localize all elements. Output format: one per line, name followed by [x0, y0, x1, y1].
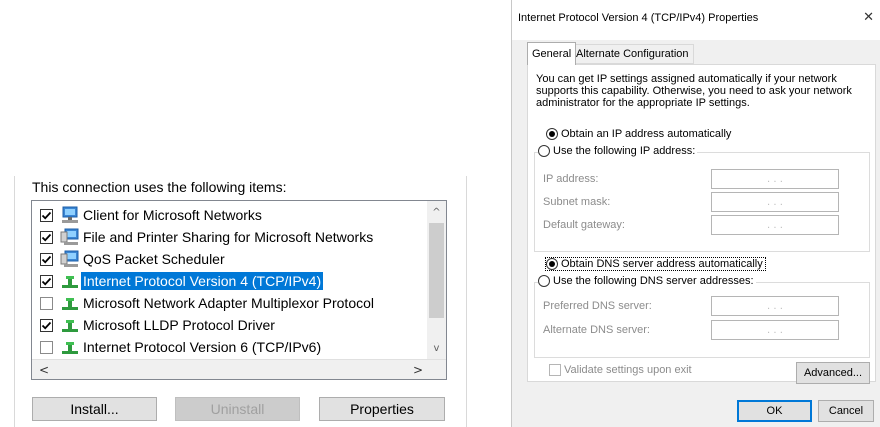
items-heading: This connection uses the following items…: [32, 179, 287, 195]
close-icon[interactable]: ✕: [863, 10, 874, 25]
preferred-dns-label: Preferred DNS server:: [543, 300, 652, 312]
checkbox-qos-scheduler[interactable]: [40, 252, 53, 266]
network-protocol-icon: [60, 294, 80, 312]
tab-alternate-configuration[interactable]: Alternate Configuration: [571, 44, 694, 64]
radio-selected-icon: [546, 258, 558, 270]
ip-address-label: IP address:: [543, 173, 599, 185]
validate-settings-label: Validate settings upon exit: [564, 364, 692, 376]
horizontal-scrollbar[interactable]: < >: [32, 359, 446, 379]
obtain-dns-auto-label: Obtain DNS server address automatically: [561, 258, 763, 270]
alternate-dns-label: Alternate DNS server:: [543, 324, 650, 336]
obtain-ip-auto-label: Obtain an IP address automatically: [561, 128, 732, 140]
vertical-scroll-thumb[interactable]: [429, 223, 444, 318]
cancel-button[interactable]: Cancel: [818, 400, 874, 422]
properties-button[interactable]: Properties: [319, 397, 445, 421]
list-item-multiplexor-protocol[interactable]: Microsoft Network Adapter Multiplexor Pr…: [32, 292, 427, 314]
checkbox-multiplexor-protocol[interactable]: [40, 296, 53, 310]
alternate-dns-placeholder: . . .: [767, 324, 783, 336]
alternate-dns-input[interactable]: . . .: [711, 320, 839, 340]
subnet-mask-input[interactable]: . . .: [711, 192, 839, 212]
list-item-tcp-ipv6[interactable]: Internet Protocol Version 6 (TCP/IPv6): [32, 336, 427, 358]
ipv4-properties-dialog: Internet Protocol Version 4 (TCP/IPv4) P…: [511, 0, 880, 427]
install-button[interactable]: Install...: [32, 397, 157, 421]
list-item-label: QoS Packet Scheduler: [83, 251, 225, 267]
ok-button[interactable]: OK: [737, 400, 812, 422]
network-protocol-icon: [60, 316, 80, 334]
uninstall-button[interactable]: Uninstall: [175, 397, 300, 421]
list-item-client-networks[interactable]: Client for Microsoft Networks: [32, 204, 427, 226]
checkbox-tcp-ipv4[interactable]: [40, 274, 53, 288]
scroll-up-icon[interactable]: ^: [427, 203, 446, 221]
network-protocol-icon: [60, 272, 80, 290]
ip-address-placeholder: . . .: [767, 173, 783, 185]
checkbox-file-printer-sharing[interactable]: [40, 230, 53, 244]
advanced-button[interactable]: Advanced...: [796, 362, 870, 384]
checkbox-unchecked-icon: [549, 364, 561, 376]
ip-address-input[interactable]: . . .: [711, 169, 839, 189]
scroll-left-icon[interactable]: <: [34, 360, 54, 379]
obtain-dns-auto-radio[interactable]: Obtain DNS server address automatically: [545, 257, 766, 271]
radio-unselected-icon: [538, 275, 550, 287]
checkbox-lldp-driver[interactable]: [40, 318, 53, 332]
use-following-dns-label: Use the following DNS server addresses:: [553, 275, 754, 287]
list-item-label: Microsoft LLDP Protocol Driver: [83, 317, 275, 333]
list-item-tcp-ipv4[interactable]: Internet Protocol Version 4 (TCP/IPv4): [32, 270, 427, 292]
general-tab-panel: You can get IP settings assigned automat…: [527, 64, 876, 384]
subnet-mask-label: Subnet mask:: [543, 196, 611, 208]
connection-properties-panel: This connection uses the following items…: [0, 0, 480, 427]
network-protocol-icon: [60, 338, 80, 356]
list-item-qos-scheduler[interactable]: QoS Packet Scheduler: [32, 248, 427, 270]
list-item-label: Internet Protocol Version 6 (TCP/IPv6): [83, 339, 322, 355]
scroll-right-icon[interactable]: >: [408, 360, 428, 379]
list-item-label: Microsoft Network Adapter Multiplexor Pr…: [83, 295, 374, 311]
use-following-ip-label: Use the following IP address:: [553, 145, 696, 157]
preferred-dns-placeholder: . . .: [767, 300, 783, 312]
default-gateway-input[interactable]: . . .: [711, 215, 839, 235]
preferred-dns-input[interactable]: . . .: [711, 296, 839, 316]
panel-border-left: [14, 176, 15, 427]
validate-settings-checkbox[interactable]: Validate settings upon exit: [549, 364, 692, 376]
network-service-icon: [60, 250, 80, 268]
dialog-body: General Alternate Configuration You can …: [512, 40, 880, 427]
radio-unselected-icon: [538, 145, 550, 157]
vertical-scrollbar[interactable]: ^ v: [427, 201, 446, 359]
checkbox-tcp-ipv6[interactable]: [40, 340, 53, 354]
default-gateway-label: Default gateway:: [543, 219, 625, 231]
dialog-title: Internet Protocol Version 4 (TCP/IPv4) P…: [518, 12, 759, 24]
connection-items-list[interactable]: Client for Microsoft Networks File and P…: [31, 200, 447, 380]
obtain-ip-auto-radio[interactable]: Obtain an IP address automatically: [546, 128, 734, 140]
radio-selected-icon: [546, 128, 558, 140]
network-client-icon: [60, 206, 80, 224]
subnet-mask-placeholder: . . .: [767, 196, 783, 208]
list-item-lldp-driver[interactable]: Microsoft LLDP Protocol Driver: [32, 314, 427, 336]
panel-border-right: [466, 176, 467, 427]
default-gateway-placeholder: . . .: [767, 219, 783, 231]
scroll-down-icon[interactable]: v: [427, 339, 446, 357]
use-following-ip-radio[interactable]: Use the following IP address:: [538, 145, 698, 157]
list-item-label-selected: Internet Protocol Version 4 (TCP/IPv4): [81, 272, 324, 290]
tab-general[interactable]: General: [527, 42, 577, 65]
list-item-file-printer-sharing[interactable]: File and Printer Sharing for Microsoft N…: [32, 226, 427, 248]
dialog-description: You can get IP settings assigned automat…: [536, 73, 852, 109]
checkbox-client-networks[interactable]: [40, 208, 53, 222]
list-item-label: Client for Microsoft Networks: [83, 207, 262, 223]
use-following-dns-radio[interactable]: Use the following DNS server addresses:: [538, 275, 756, 287]
network-service-icon: [60, 228, 80, 246]
list-item-label: File and Printer Sharing for Microsoft N…: [83, 229, 374, 245]
